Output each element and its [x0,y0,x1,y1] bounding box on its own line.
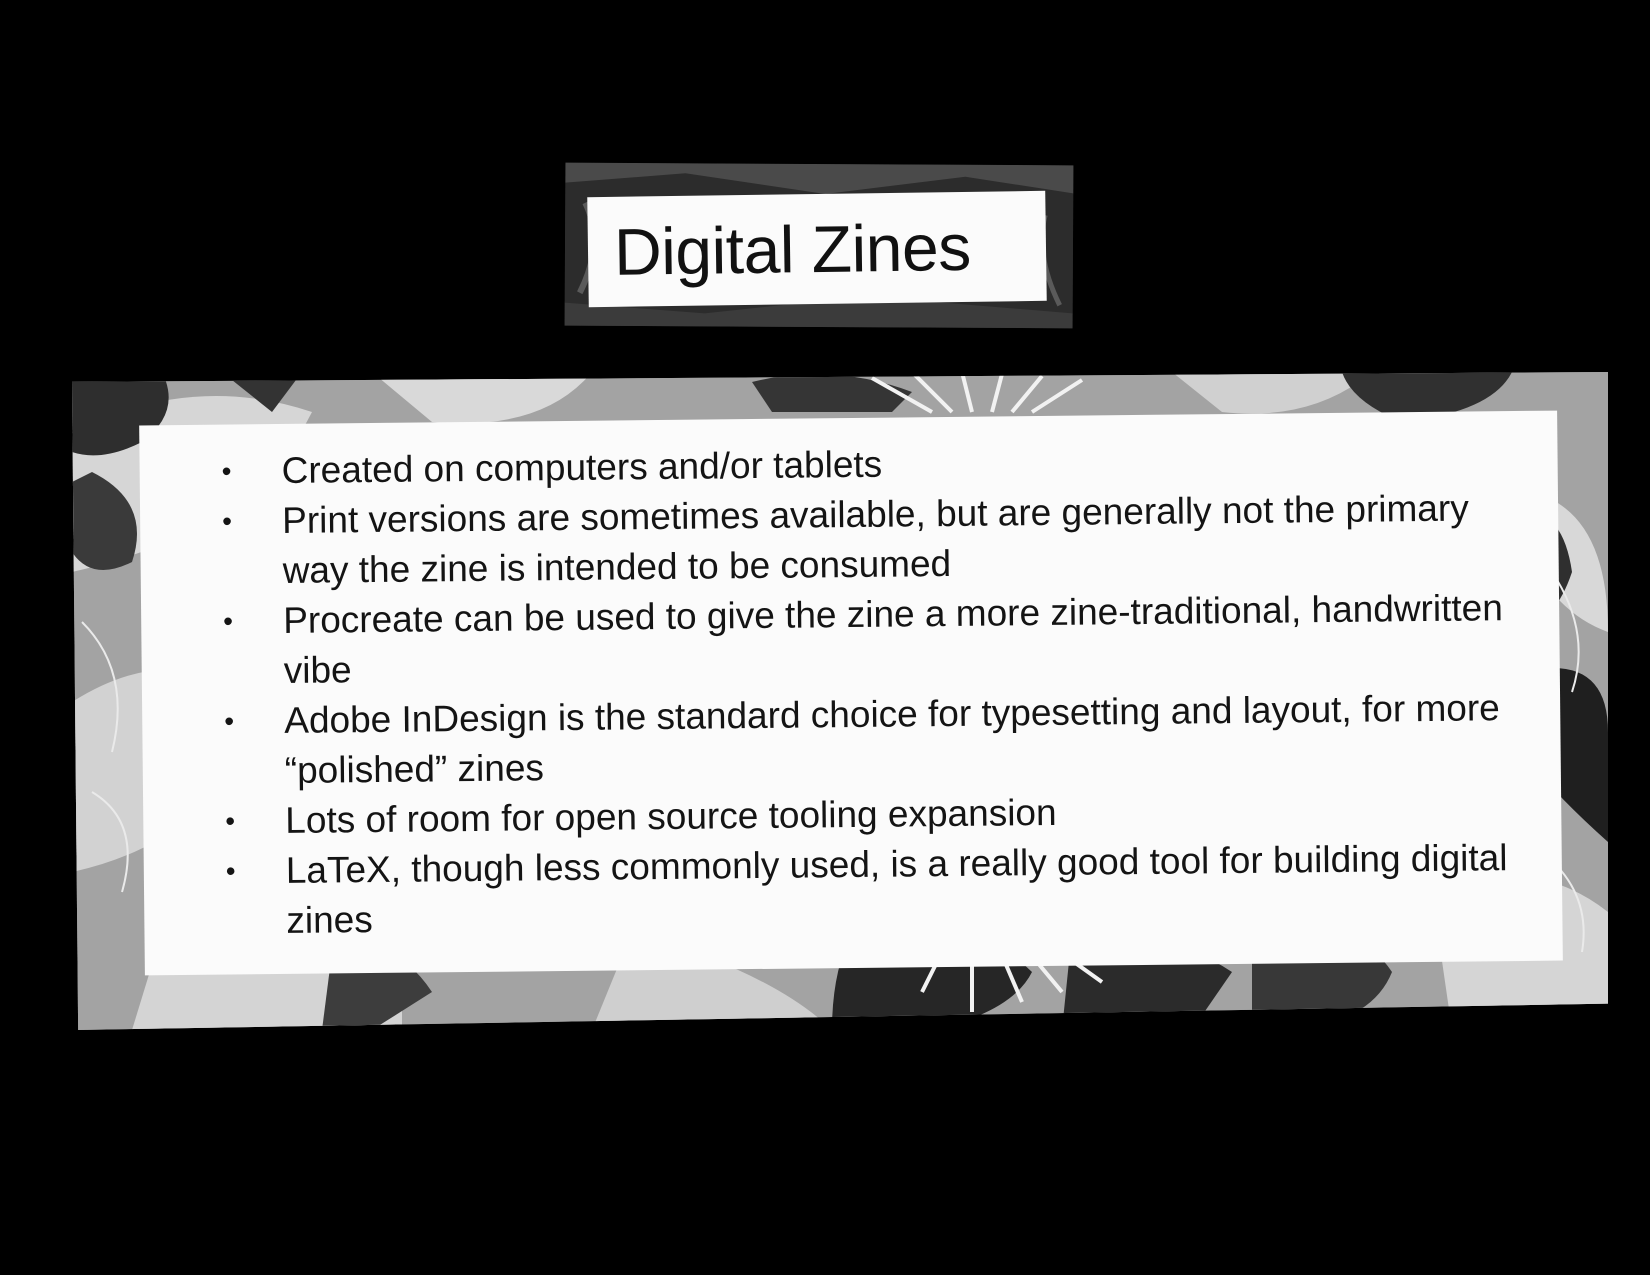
bullet-text: LaTeX, though less commonly used, is a r… [285,837,1508,941]
page-title: Digital Zines [613,209,972,289]
bullet-text: Lots of room for open source tooling exp… [285,791,1057,841]
title-label-paper: Digital Zines [587,190,1047,308]
bullet-item: • Procreate can be used to give the zine… [179,583,1520,697]
bullet-text: Created on computers and/or tablets [281,443,883,491]
bullet-marker: • [224,705,235,737]
bullet-text: Adobe InDesign is the standard choice fo… [284,687,1500,791]
bullet-text: Procreate can be used to give the zine a… [282,587,1504,691]
bullet-item: • Print versions are sometimes available… [178,483,1519,597]
bullet-marker: • [225,855,236,887]
text-card: • Created on computers and/or tablets • … [139,410,1563,976]
bullet-marker: • [223,605,234,637]
bullet-marker: • [222,505,233,537]
bullet-item: • Adobe InDesign is the standard choice … [180,683,1521,797]
bullet-marker: • [221,455,232,487]
bullet-marker: • [225,805,236,837]
bullet-item: • LaTeX, though less commonly used, is a… [182,833,1523,947]
bullet-text: Print versions are sometimes available, … [281,487,1469,591]
bullet-list: • Created on computers and/or tablets • … [177,433,1522,947]
